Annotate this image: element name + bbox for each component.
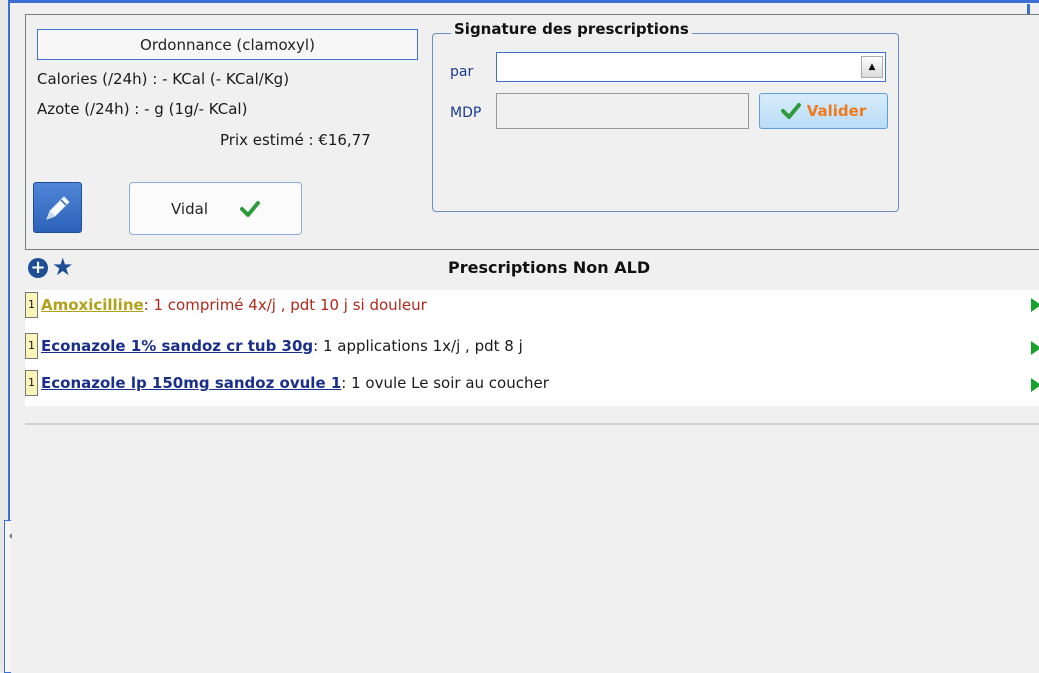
pencil-icon bbox=[45, 195, 70, 220]
section-divider bbox=[25, 423, 1039, 425]
play-arrow-icon[interactable] bbox=[1031, 341, 1039, 355]
edit-button[interactable] bbox=[33, 182, 82, 233]
signature-legend: Signature des prescriptions bbox=[451, 20, 692, 38]
posology-text: : 1 applications 1x/j , pdt 8 j bbox=[313, 337, 523, 355]
drug-link[interactable]: Econazole 1% sandoz cr tub 30g bbox=[41, 337, 313, 355]
quantity-badge[interactable]: 1 bbox=[25, 370, 38, 396]
prescription-row[interactable]: 1 Amoxicilline : 1 comprimé 4x/j , pdt 1… bbox=[25, 290, 1039, 320]
valider-button[interactable]: Valider bbox=[759, 93, 888, 129]
posology-text: : 1 comprimé 4x/j , pdt 10 j si douleur bbox=[143, 296, 427, 314]
prescriptions-title: Prescriptions Non ALD bbox=[448, 258, 651, 277]
top-border bbox=[8, 0, 1039, 3]
vidal-label: Vidal bbox=[171, 199, 208, 218]
ordonnance-title: Ordonnance (clamoxyl) bbox=[140, 35, 315, 54]
green-check-icon bbox=[780, 103, 801, 119]
quantity-badge[interactable]: 1 bbox=[25, 333, 38, 359]
prix-estime: Prix estimé : €16,77 bbox=[220, 131, 371, 149]
ordonnance-title-box: Ordonnance (clamoxyl) bbox=[37, 29, 418, 60]
favorite-star-icon[interactable]: ★ bbox=[52, 254, 74, 280]
drug-link[interactable]: Econazole lp 150mg sandoz ovule 1 bbox=[41, 374, 341, 392]
posology-text: : 1 ovule Le soir au coucher bbox=[341, 374, 549, 392]
par-select[interactable]: ▲ bbox=[496, 52, 886, 82]
play-arrow-icon[interactable] bbox=[1031, 378, 1039, 392]
prescription-row[interactable]: 1 Econazole lp 150mg sandoz ovule 1 : 1 … bbox=[25, 368, 1039, 398]
add-prescription-icon[interactable]: + bbox=[28, 258, 48, 278]
vidal-button[interactable]: Vidal bbox=[129, 182, 302, 235]
mdp-label: MDP bbox=[450, 105, 482, 121]
valider-label: Valider bbox=[806, 102, 867, 120]
green-check-icon bbox=[239, 200, 260, 217]
splitter-handle[interactable] bbox=[4, 520, 12, 673]
drug-link[interactable]: Amoxicilline bbox=[41, 296, 144, 314]
azote-text: Azote (/24h) : - g (1g/- KCal) bbox=[37, 100, 248, 118]
mdp-password-field[interactable] bbox=[496, 93, 749, 129]
dropdown-arrow-icon[interactable]: ▲ bbox=[861, 56, 883, 78]
play-arrow-icon[interactable] bbox=[1031, 298, 1039, 312]
prescription-row[interactable]: 1 Econazole 1% sandoz cr tub 30g : 1 app… bbox=[25, 331, 1039, 361]
par-label: par bbox=[450, 64, 474, 80]
calories-text: Calories (/24h) : - KCal (- KCal/Kg) bbox=[37, 70, 290, 88]
quantity-badge[interactable]: 1 bbox=[25, 292, 38, 318]
